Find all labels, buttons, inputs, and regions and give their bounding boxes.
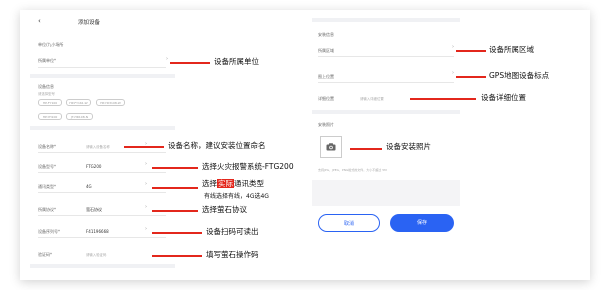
chip-model-2[interactable]: HP-FY161-W (66, 99, 91, 106)
serial-value[interactable]: F41196668 (86, 229, 109, 234)
device-model-value[interactable]: FTG200 (86, 164, 101, 169)
chip-model-4[interactable]: HP-YH100 (38, 113, 62, 120)
chevron-right-icon: › (452, 70, 454, 76)
annotation-comm-sub: 有线选择有线，4G选4G (204, 193, 269, 200)
photo-upload-button[interactable] (320, 136, 342, 158)
annotation-device-model: 选择火灾报警系统-FTG200 (202, 162, 294, 171)
annotation-detail: 设备详细位置 (481, 93, 526, 102)
verify-code-input[interactable]: 请输入验证码 (86, 252, 106, 257)
comm-type-label: 通讯类型* (38, 184, 56, 189)
chevron-right-icon: › (145, 161, 147, 167)
owner-unit-label[interactable]: 所属单位* (38, 58, 56, 64)
annotation-owner-unit: 设备所属单位 (214, 57, 259, 66)
protocol-label: 所属协议* (38, 207, 56, 212)
chevron-right-icon: › (145, 181, 147, 187)
photo-hint: 支持JPG、JPEG、PNG格式的文件，大小不超过 5M (318, 168, 387, 172)
chip-model-3[interactable]: HP-YD3108-W (96, 99, 125, 106)
save-button[interactable]: 保存 (390, 214, 454, 232)
camera-icon (326, 143, 336, 151)
protocol-value[interactable]: 萤石协议 (86, 207, 102, 213)
detail-location-input[interactable]: 请输入详细位置 (360, 96, 384, 101)
device-name-input[interactable]: 请输入设备名称 (86, 144, 110, 149)
chip-model-1[interactable]: HP-FY100 (38, 99, 62, 106)
location-label: 图上位置 (318, 74, 334, 79)
cancel-button[interactable]: 取消 (318, 214, 380, 232)
page-title: 添加设备 (78, 20, 101, 26)
install-info-heading: 安装信息 (318, 32, 334, 37)
chip-model-5[interactable]: JT-HR108-N (66, 113, 93, 120)
photo-heading: 安装照片 (318, 122, 334, 127)
area-label: 所属区域 (318, 48, 334, 53)
device-info-heading: 设备信息 (38, 84, 54, 89)
annotation-area: 设备所属区域 (489, 45, 534, 54)
annotation-verify: 填写萤石操作码 (206, 250, 259, 259)
chevron-right-icon: › (145, 204, 147, 210)
detail-location-label: 详细位置 (318, 96, 334, 101)
annotation-comm-type: 选择实际通讯类型 (202, 179, 264, 188)
comm-type-value[interactable]: 4G (86, 184, 92, 189)
device-name-label: 设备名称* (38, 144, 56, 149)
annotation-photo: 设备安装照片 (386, 142, 431, 151)
annotation-protocol: 选择萤石协议 (202, 205, 247, 214)
device-type-label: 请选择型号 (38, 92, 55, 96)
chevron-right-icon: › (166, 56, 168, 62)
annotation-location: GPS地图设备标点 (489, 71, 550, 80)
unit-section-label: 单位/九小场所 (38, 42, 64, 47)
device-model-label: 设备型号* (38, 164, 56, 169)
left-panel: ‹ 添加设备 单位/九小场所 所属单位* 设备信息 请选择型号 HP-FY100… (30, 12, 175, 274)
back-icon[interactable]: ‹ (38, 17, 41, 25)
chevron-right-icon: › (452, 44, 454, 50)
annotation-device-name: 设备名称，建议安装位置命名 (168, 141, 266, 150)
chevron-right-icon: › (145, 226, 147, 232)
verify-code-label: 验证码* (38, 252, 52, 257)
serial-label: 设备序列号* (38, 229, 60, 234)
right-panel: 安装信息 所属区域 图上位置 详细位置 请输入详细位置 安装照片 支持JPG、J… (312, 16, 460, 236)
annotation-serial: 设备扫码可读出 (206, 227, 259, 236)
